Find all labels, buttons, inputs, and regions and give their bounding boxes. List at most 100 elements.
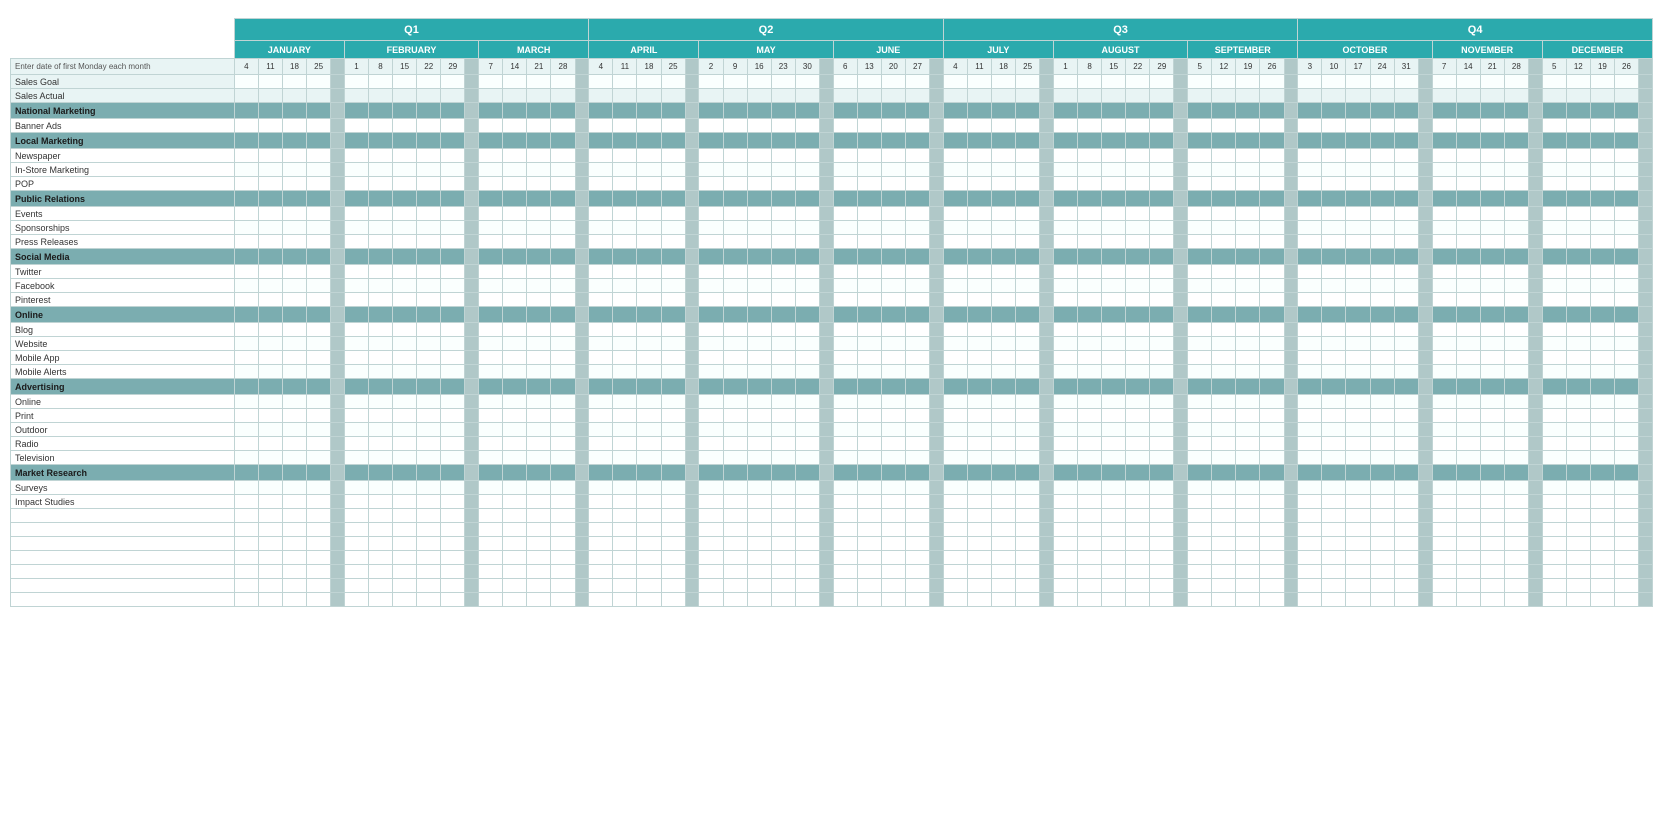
data-cell[interactable]: [1456, 265, 1480, 279]
data-cell[interactable]: [1322, 337, 1346, 351]
data-cell[interactable]: [1236, 451, 1260, 465]
data-cell[interactable]: [747, 495, 771, 509]
data-cell[interactable]: [1346, 207, 1370, 221]
data-cell[interactable]: [613, 423, 637, 437]
data-cell[interactable]: [1212, 207, 1236, 221]
data-cell[interactable]: [1298, 323, 1322, 337]
data-cell[interactable]: [258, 235, 282, 249]
day-number[interactable]: 21: [1480, 59, 1504, 75]
data-cell[interactable]: [747, 395, 771, 409]
data-cell[interactable]: [527, 481, 551, 495]
data-cell[interactable]: [661, 279, 685, 293]
data-cell[interactable]: [1298, 409, 1322, 423]
data-cell[interactable]: [723, 481, 747, 495]
data-cell[interactable]: [258, 149, 282, 163]
data-cell[interactable]: [368, 351, 392, 365]
sales-cell[interactable]: [699, 75, 723, 89]
data-cell[interactable]: [417, 437, 441, 451]
data-cell[interactable]: [1346, 119, 1370, 133]
data-cell[interactable]: [393, 235, 417, 249]
data-cell[interactable]: [699, 177, 723, 191]
data-cell[interactable]: [967, 395, 991, 409]
data-cell[interactable]: [1078, 177, 1102, 191]
data-cell[interactable]: [1542, 365, 1566, 379]
data-cell[interactable]: [1212, 437, 1236, 451]
data-cell[interactable]: [258, 119, 282, 133]
data-cell[interactable]: [991, 235, 1015, 249]
data-cell[interactable]: [833, 207, 857, 221]
data-cell[interactable]: [857, 395, 881, 409]
day-number[interactable]: 28: [551, 59, 575, 75]
data-cell[interactable]: [833, 119, 857, 133]
data-cell[interactable]: [1016, 409, 1040, 423]
data-cell[interactable]: [1260, 235, 1284, 249]
data-cell[interactable]: [1150, 423, 1174, 437]
sales-cell[interactable]: [661, 75, 685, 89]
data-cell[interactable]: [723, 265, 747, 279]
data-cell[interactable]: [1504, 423, 1528, 437]
data-cell[interactable]: [1150, 207, 1174, 221]
data-cell[interactable]: [527, 149, 551, 163]
sales-cell[interactable]: [282, 75, 306, 89]
data-cell[interactable]: [795, 495, 819, 509]
data-cell[interactable]: [368, 265, 392, 279]
data-cell[interactable]: [417, 395, 441, 409]
data-cell[interactable]: [1456, 221, 1480, 235]
data-cell[interactable]: [1298, 279, 1322, 293]
data-cell[interactable]: [1078, 351, 1102, 365]
data-cell[interactable]: [1432, 279, 1456, 293]
data-cell[interactable]: [1590, 351, 1614, 365]
day-number[interactable]: 21: [527, 59, 551, 75]
data-cell[interactable]: [1212, 451, 1236, 465]
data-cell[interactable]: [1078, 437, 1102, 451]
data-cell[interactable]: [857, 337, 881, 351]
data-cell[interactable]: [1432, 437, 1456, 451]
data-cell[interactable]: [661, 437, 685, 451]
data-cell[interactable]: [795, 437, 819, 451]
data-cell[interactable]: [551, 265, 575, 279]
data-cell[interactable]: [1322, 423, 1346, 437]
data-cell[interactable]: [661, 293, 685, 307]
data-cell[interactable]: [234, 235, 258, 249]
day-number[interactable]: 28: [1504, 59, 1528, 75]
sales-cell[interactable]: [589, 75, 613, 89]
data-cell[interactable]: [771, 235, 795, 249]
data-cell[interactable]: [551, 395, 575, 409]
data-cell[interactable]: [613, 265, 637, 279]
data-cell[interactable]: [441, 163, 465, 177]
data-cell[interactable]: [1394, 409, 1418, 423]
data-cell[interactable]: [1236, 437, 1260, 451]
data-cell[interactable]: [282, 119, 306, 133]
data-cell[interactable]: [1370, 279, 1394, 293]
data-cell[interactable]: [368, 481, 392, 495]
data-cell[interactable]: [1053, 265, 1077, 279]
data-cell[interactable]: [589, 437, 613, 451]
data-cell[interactable]: [943, 119, 967, 133]
data-cell[interactable]: [833, 409, 857, 423]
data-cell[interactable]: [1260, 119, 1284, 133]
data-cell[interactable]: [589, 323, 613, 337]
data-cell[interactable]: [723, 323, 747, 337]
data-cell[interactable]: [393, 351, 417, 365]
data-cell[interactable]: [441, 177, 465, 191]
data-cell[interactable]: [589, 149, 613, 163]
data-cell[interactable]: [905, 495, 929, 509]
data-cell[interactable]: [833, 337, 857, 351]
sales-cell[interactable]: [589, 89, 613, 103]
data-cell[interactable]: [1126, 279, 1150, 293]
data-cell[interactable]: [723, 177, 747, 191]
data-cell[interactable]: [234, 163, 258, 177]
data-cell[interactable]: [723, 437, 747, 451]
data-cell[interactable]: [1542, 207, 1566, 221]
sales-cell[interactable]: [967, 89, 991, 103]
data-cell[interactable]: [637, 207, 661, 221]
data-cell[interactable]: [1504, 119, 1528, 133]
data-cell[interactable]: [503, 365, 527, 379]
data-cell[interactable]: [1504, 351, 1528, 365]
data-cell[interactable]: [967, 481, 991, 495]
data-cell[interactable]: [1126, 293, 1150, 307]
data-cell[interactable]: [234, 351, 258, 365]
data-cell[interactable]: [1150, 279, 1174, 293]
data-cell[interactable]: [991, 163, 1015, 177]
sales-cell[interactable]: [307, 75, 331, 89]
